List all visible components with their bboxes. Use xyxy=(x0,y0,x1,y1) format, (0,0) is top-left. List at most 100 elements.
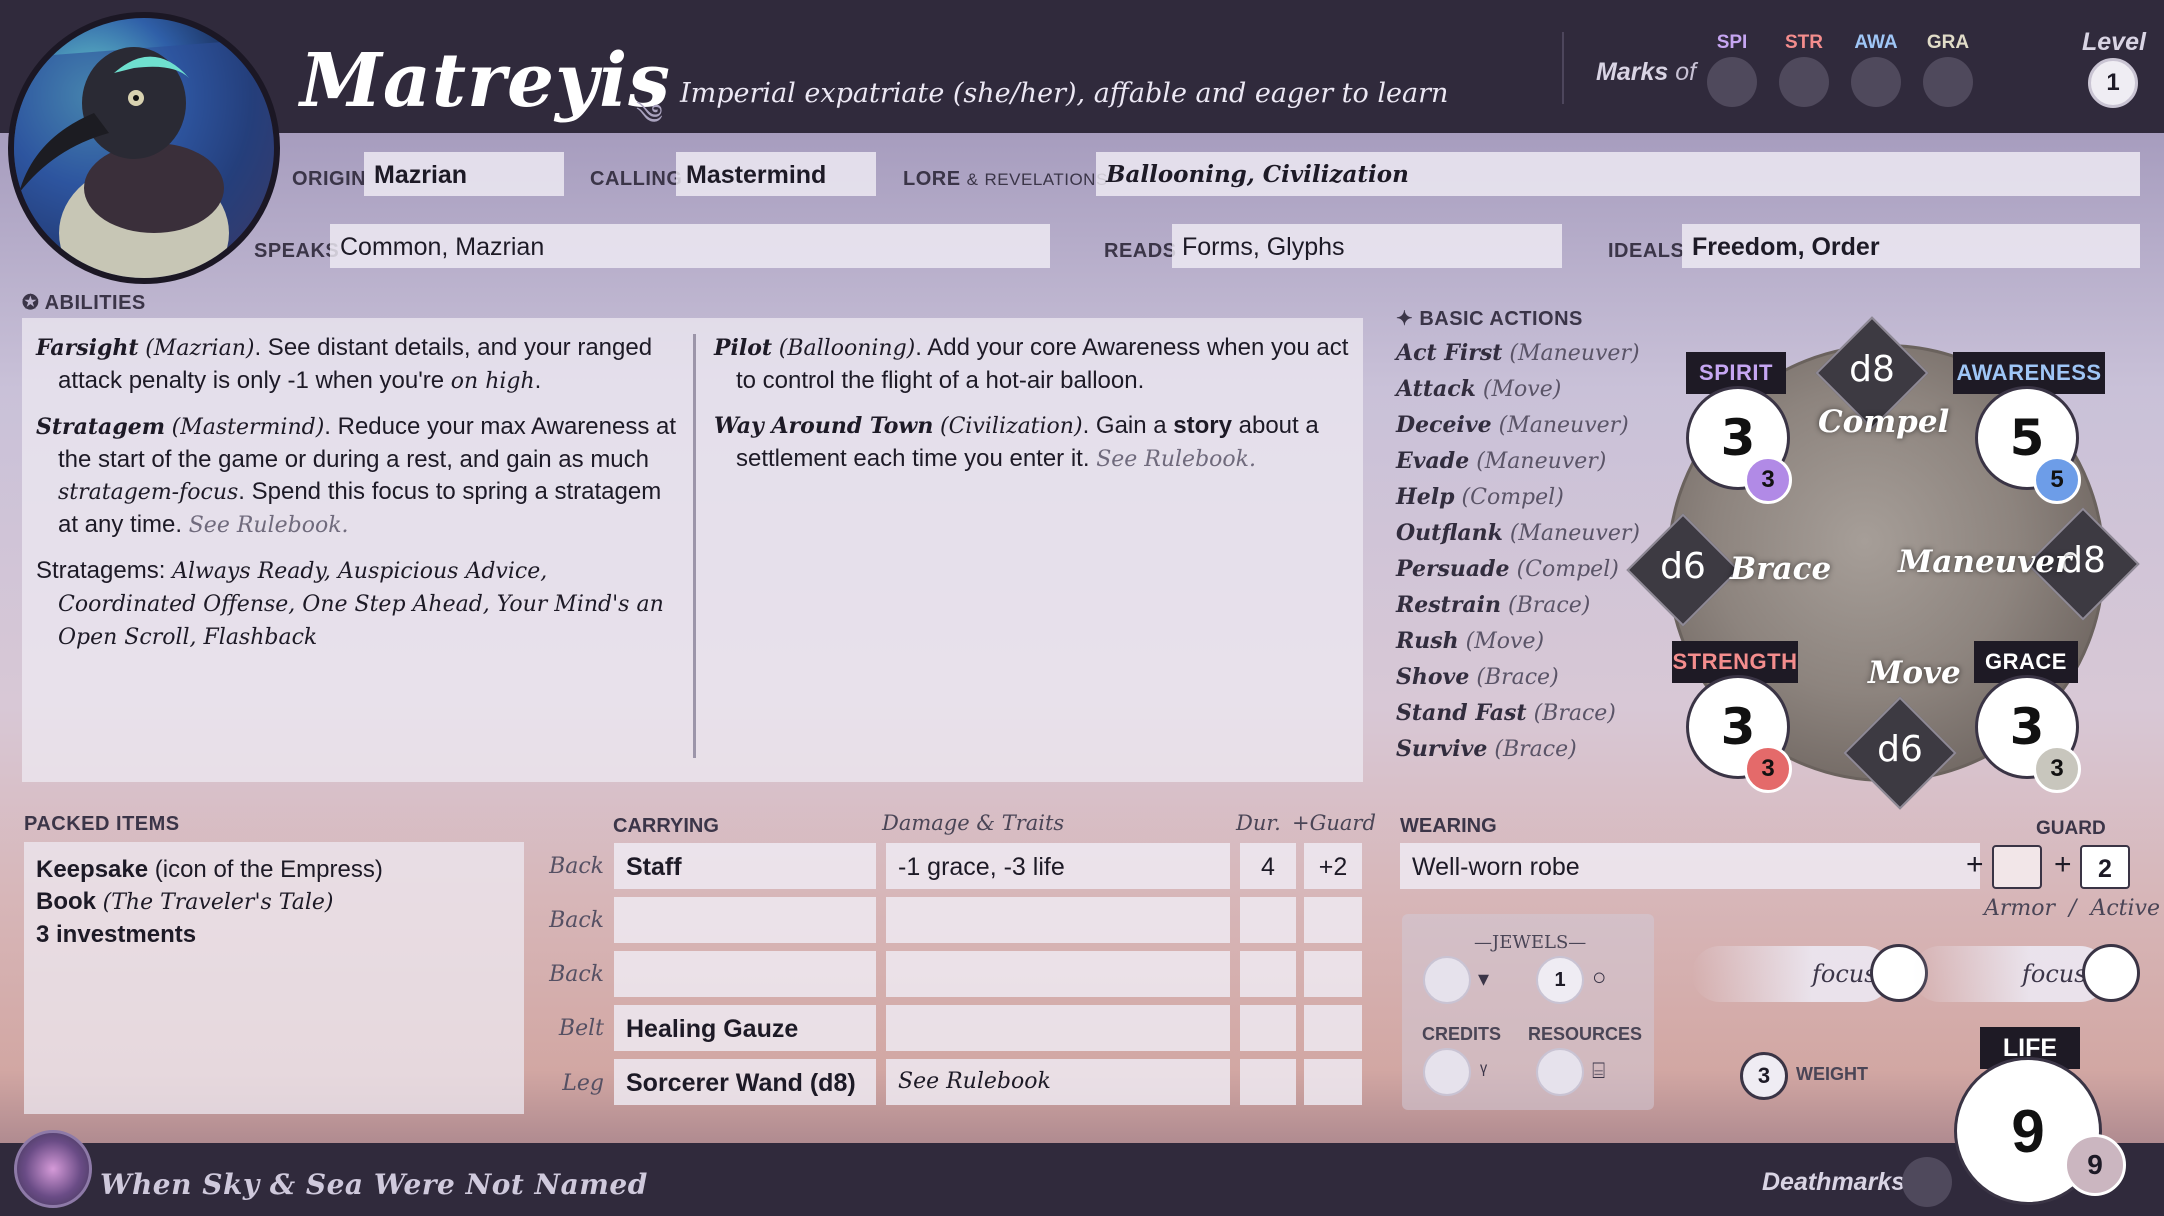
mark-checkbox-str[interactable] xyxy=(1779,57,1829,107)
mark-checkbox-gra[interactable] xyxy=(1923,57,1973,107)
wearing-heading: WEARING xyxy=(1400,815,1497,837)
character-name: Matreyis xyxy=(300,38,671,124)
reads-label: READS xyxy=(1104,240,1177,262)
credits-heading: CREDITS xyxy=(1422,1024,1502,1044)
abilities-column-right: Pilot (Ballooning). Add your core Awaren… xyxy=(714,332,1354,489)
plus-sign: + xyxy=(1966,848,1984,881)
credits-circle[interactable] xyxy=(1423,1048,1471,1096)
abilities-heading: ✪ ABILITIES xyxy=(22,292,146,314)
origin-label: ORIGIN xyxy=(292,168,367,190)
resources-icon: ⌸ xyxy=(1592,1058,1606,1083)
armor-guard-field[interactable] xyxy=(1992,845,2042,889)
bird-portrait-icon xyxy=(14,38,274,278)
jewels-count[interactable]: 1 xyxy=(1536,956,1584,1004)
carry-item-field[interactable]: Staff xyxy=(614,843,876,889)
basic-action-item[interactable]: Attack (Move) xyxy=(1396,376,1561,402)
mark-checkbox-spi[interactable] xyxy=(1707,57,1757,107)
carry-item-field[interactable]: Healing Gauze xyxy=(614,1005,876,1051)
durability-heading: Dur. xyxy=(1236,811,1281,835)
compel-label: Compel xyxy=(1818,404,1950,440)
carry-item-field[interactable] xyxy=(614,951,876,997)
carry-durability-field[interactable]: 4 xyxy=(1240,843,1296,889)
game-title: When Sky & Sea Were Not Named xyxy=(100,1168,648,1201)
marks-label: Marks of xyxy=(1596,58,1697,86)
ideals-label: IDEALS xyxy=(1608,240,1685,262)
carry-damage-field[interactable]: -1 grace, -3 life xyxy=(886,843,1230,889)
carry-damage-field[interactable] xyxy=(886,897,1230,943)
active-guard-field[interactable]: 2 xyxy=(2080,845,2130,889)
carry-guard-field[interactable] xyxy=(1304,951,1362,997)
carry-guard-field[interactable]: +2 xyxy=(1304,843,1362,889)
packed-items-panel[interactable]: Keepsake (icon of the Empress) Book (The… xyxy=(24,842,524,1114)
basic-action-item[interactable]: Evade (Maneuver) xyxy=(1396,448,1606,474)
basic-action-item[interactable]: Rush (Move) xyxy=(1396,628,1544,654)
packed-item: Book (The Traveler's Tale) xyxy=(36,888,334,915)
ability-way-around-town: Way Around Town (Civilization). Gain a s… xyxy=(714,412,1319,472)
level-value[interactable]: 1 xyxy=(2088,58,2138,108)
resources-circle[interactable] xyxy=(1536,1048,1584,1096)
carry-damage-field[interactable]: See Rulebook xyxy=(886,1059,1230,1105)
ability-farsight: Farsight (Mazrian). See distant details,… xyxy=(36,334,653,394)
character-portrait[interactable] xyxy=(8,12,280,284)
carry-guard-field[interactable] xyxy=(1304,1059,1362,1105)
focus-label-2: focus xyxy=(2022,960,2087,988)
carry-item-field[interactable] xyxy=(614,897,876,943)
brace-die[interactable]: d6 xyxy=(1643,546,1723,587)
basic-action-item[interactable]: Act First (Maneuver) xyxy=(1396,340,1640,366)
calling-field[interactable]: Mastermind xyxy=(676,152,876,196)
jewels-empty-circle[interactable] xyxy=(1423,956,1471,1004)
move-die[interactable]: d6 xyxy=(1860,729,1940,770)
awareness-max[interactable]: 5 xyxy=(2033,456,2081,504)
wearing-field[interactable]: Well-worn robe xyxy=(1400,843,1980,889)
grace-max[interactable]: 3 xyxy=(2033,745,2081,793)
basic-action-item[interactable]: Deceive (Maneuver) xyxy=(1396,412,1629,438)
mark-label-spi: SPI xyxy=(1716,32,1748,53)
basic-action-item[interactable]: Help (Compel) xyxy=(1396,484,1564,510)
lore-field[interactable]: Ballooning, Civilization xyxy=(1096,152,2140,196)
carrying-heading: CARRYING xyxy=(613,815,719,837)
slot-label: Back xyxy=(549,908,604,933)
weight-value[interactable]: 3 xyxy=(1740,1052,1788,1100)
guard-heading: GUARD xyxy=(2036,818,2106,839)
basic-action-item[interactable]: Shove (Brace) xyxy=(1396,664,1559,690)
carry-guard-field[interactable] xyxy=(1304,897,1362,943)
carry-guard-field[interactable] xyxy=(1304,1005,1362,1051)
abilities-divider xyxy=(693,334,696,758)
ideals-field[interactable]: Freedom, Order xyxy=(1682,224,2140,268)
carry-item-field[interactable]: Sorcerer Wand (d8) xyxy=(614,1059,876,1105)
carry-durability-field[interactable] xyxy=(1240,1005,1296,1051)
spirit-max[interactable]: 3 xyxy=(1744,456,1792,504)
mark-checkbox-awa[interactable] xyxy=(1851,57,1901,107)
spiral-logo-icon xyxy=(14,1130,92,1208)
carry-durability-field[interactable] xyxy=(1240,897,1296,943)
star-icon: ✪ xyxy=(22,292,40,314)
focus-circle-2[interactable] xyxy=(2082,944,2140,1002)
origin-field[interactable]: Mazrian xyxy=(364,152,564,196)
reads-field[interactable]: Forms, Glyphs xyxy=(1172,224,1562,268)
maneuver-label: Maneuver xyxy=(1898,544,2072,580)
basic-action-item[interactable]: Stand Fast (Brace) xyxy=(1396,700,1616,726)
packed-items-heading: PACKED ITEMS xyxy=(24,813,180,835)
header-divider xyxy=(1562,32,1564,104)
deathmark-checkbox[interactable] xyxy=(1902,1157,1952,1207)
basic-action-item[interactable]: Survive (Brace) xyxy=(1396,736,1577,762)
jewel-triangle-icon: ▾ xyxy=(1478,966,1490,991)
carry-durability-field[interactable] xyxy=(1240,951,1296,997)
compel-die[interactable]: d8 xyxy=(1832,349,1912,390)
level-label: Level xyxy=(2082,28,2146,56)
basic-action-item[interactable]: Outflank (Maneuver) xyxy=(1396,520,1640,546)
basic-action-item[interactable]: Persuade (Compel) xyxy=(1396,556,1619,582)
basic-action-item[interactable]: Restrain (Brace) xyxy=(1396,592,1590,618)
mark-label-awa: AWA xyxy=(1854,32,1898,53)
carry-damage-field[interactable] xyxy=(886,951,1230,997)
mark-label-gra: GRA xyxy=(1926,32,1970,53)
carry-durability-field[interactable] xyxy=(1240,1059,1296,1105)
life-max[interactable]: 9 xyxy=(2064,1134,2126,1196)
carry-damage-field[interactable] xyxy=(886,1005,1230,1051)
speaks-field[interactable]: Common, Mazrian xyxy=(330,224,1050,268)
stratagems-list: Stratagems: Always Ready, Auspicious Adv… xyxy=(36,557,664,650)
weight-label: WEIGHT xyxy=(1796,1064,1868,1084)
strength-max[interactable]: 3 xyxy=(1744,745,1792,793)
plus-sign: + xyxy=(2054,848,2072,881)
jewels-heading: —JEWELS— xyxy=(1474,932,1587,953)
